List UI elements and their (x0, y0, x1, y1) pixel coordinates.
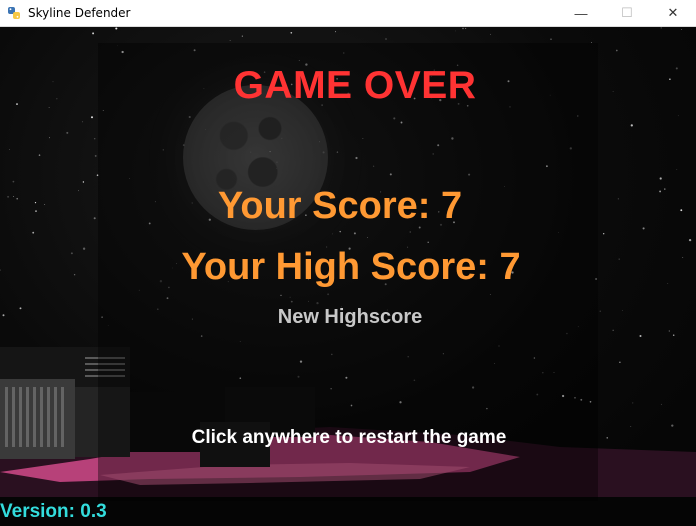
maximize-button[interactable]: ☐ (604, 0, 650, 26)
window-controls: — ☐ ✕ (558, 0, 696, 26)
new-highscore-label: New Highscore (277, 306, 423, 328)
high-score-text: Your High Score: 7 (181, 246, 521, 288)
game-canvas[interactable]: GAME OVER Your Score: 7 Your High Score:… (0, 27, 696, 526)
score-text: Your Score: 7 (217, 185, 463, 227)
window-title: Skyline Defender (28, 6, 131, 20)
restart-prompt[interactable]: Click anywhere to restart the game (0, 427, 696, 449)
version-label: Version: 0.3 (0, 501, 107, 522)
minimize-button[interactable]: — (558, 0, 604, 26)
close-button[interactable]: ✕ (650, 0, 696, 26)
python-icon (7, 6, 21, 20)
game-over-heading: GAME OVER (233, 64, 477, 107)
window-titlebar: Skyline Defender — ☐ ✕ (0, 0, 696, 27)
